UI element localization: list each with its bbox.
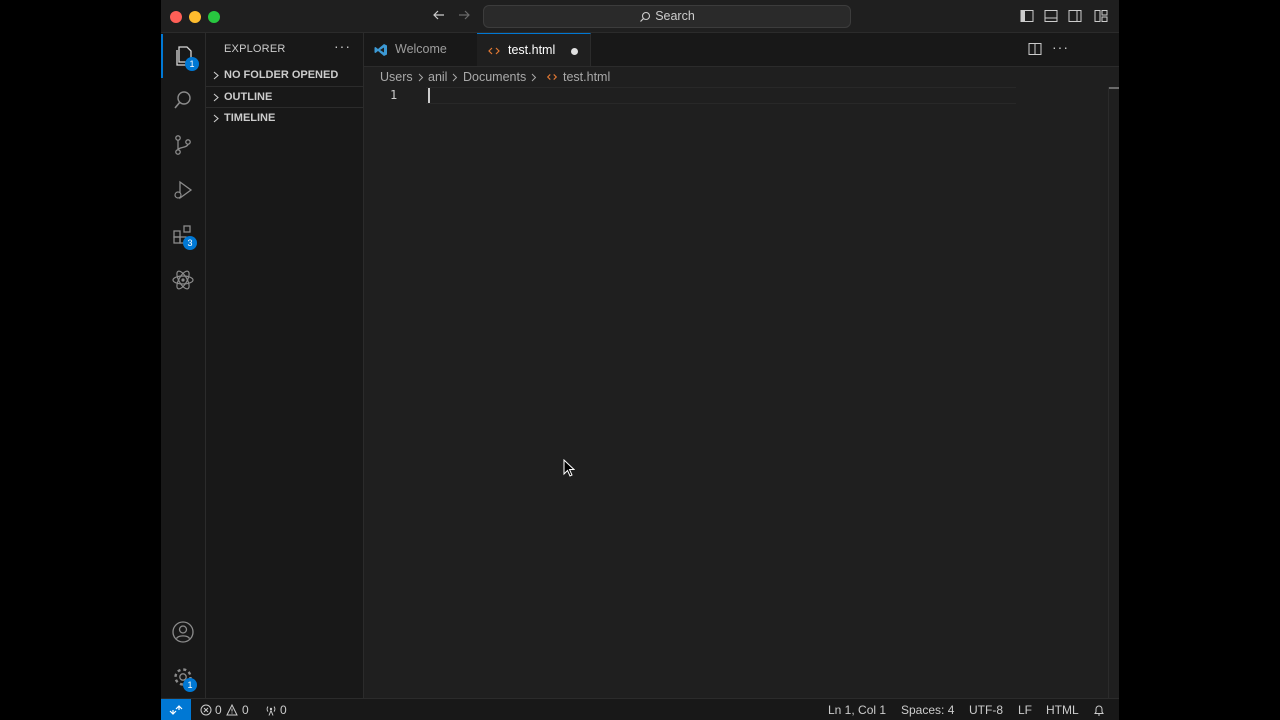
chevron-right-icon [418,73,424,82]
current-line-highlight [426,87,1016,104]
line-number: 1 [390,88,398,102]
more-actions-icon[interactable]: ··· [334,38,351,54]
warning-count[interactable]: 0 [242,699,249,720]
text-caret [428,88,430,103]
broadcast-icon [266,706,276,716]
arrow-right-icon [459,10,470,20]
encoding[interactable]: UTF-8 [969,699,1003,720]
chevron-right-icon [213,114,219,123]
editor-tabs: Welcome test.html ··· [364,33,1119,67]
maximize-window-button[interactable] [208,11,220,23]
search-activity[interactable] [161,78,205,122]
end-of-line[interactable]: LF [1018,699,1032,720]
go-back-button[interactable] [431,8,447,24]
vscode-window: Search 1 3 1 EXPLORER ··· NO FOLDER OPEN… [161,0,1119,720]
chevron-right-icon [452,73,458,82]
account-icon [172,621,194,643]
command-center-search[interactable]: Search [483,5,851,28]
indentation[interactable]: Spaces: 4 [901,699,954,720]
close-window-button[interactable] [170,11,182,23]
run-debug-activity[interactable] [161,168,205,212]
source-control-activity[interactable] [161,123,205,167]
breadcrumb-item[interactable]: test.html [563,67,610,87]
section-label: NO FOLDER OPENED [224,69,339,81]
accounts-activity[interactable] [161,610,205,654]
section-no-folder-opened[interactable]: NO FOLDER OPENED [206,65,363,86]
title-bar: Search [161,0,1119,33]
extensions-badge: 3 [183,236,197,250]
manage-badge: 1 [183,678,197,692]
mouse-pointer-icon [563,459,575,477]
explorer-badge: 1 [185,57,199,71]
explorer-activity[interactable]: 1 [161,34,205,78]
go-forward-button[interactable] [456,8,472,24]
error-icon [200,704,212,716]
tab-label: Welcome [395,42,447,56]
chevron-right-icon [213,93,219,102]
section-label: TIMELINE [224,112,276,124]
run-debug-icon [174,180,193,200]
ports-count[interactable]: 0 [280,699,287,720]
manage-activity[interactable]: 1 [161,655,205,699]
chevron-right-icon [213,71,219,80]
toggle-secondary-sidebar-icon[interactable] [1068,9,1082,23]
error-count[interactable]: 0 [215,699,222,720]
breadcrumb-item[interactable]: anil [428,67,447,87]
vscode-icon [374,44,387,56]
remote-icon [169,705,183,715]
html-icon [488,47,500,55]
arrow-left-icon [433,10,444,20]
toggle-panel-icon[interactable] [1044,9,1058,23]
html-icon [546,74,558,80]
react-activity[interactable] [161,258,205,302]
code-editor[interactable]: 1 [364,87,1119,698]
warning-icon [226,704,238,716]
activity-bar: 1 3 1 [161,33,206,698]
toggle-primary-sidebar-icon[interactable] [1020,9,1034,23]
source-control-icon [175,135,191,155]
minimap-border [1108,87,1109,698]
explorer-sidebar: EXPLORER ··· NO FOLDER OPENED OUTLINE TI… [206,33,364,698]
editor-more-actions-icon[interactable]: ··· [1052,39,1069,55]
section-label: OUTLINE [224,91,273,103]
remote-indicator[interactable] [161,699,191,720]
breadcrumb-item[interactable]: Users [380,67,413,87]
split-editor-icon[interactable] [1027,41,1043,57]
search-label: Search [655,9,695,23]
customize-layout-icon[interactable] [1094,9,1108,23]
scrollbar-cursor-marker[interactable] [1109,87,1119,89]
breadcrumb-item[interactable]: Documents [463,67,526,87]
section-outline[interactable]: OUTLINE [206,86,363,108]
tab-label: test.html [508,43,556,57]
section-timeline[interactable]: TIMELINE [206,107,363,129]
language-mode[interactable]: HTML [1046,699,1079,720]
tab-test-html[interactable]: test.html [477,33,591,66]
minimize-window-button[interactable] [189,11,201,23]
chevron-right-icon [531,73,537,82]
status-bar: 0 0 0 Ln 1, Col 1 Spaces: 4 UTF-8 LF HTM… [161,698,1119,720]
search-icon [640,11,651,22]
sidebar-title: EXPLORER [224,43,286,55]
search-icon [174,91,191,109]
extensions-activity[interactable]: 3 [161,213,205,257]
bell-icon[interactable] [1093,704,1105,717]
unsaved-dot-icon[interactable] [571,48,578,55]
react-atom-icon [172,270,194,290]
tab-welcome[interactable]: Welcome [364,33,478,66]
cursor-position[interactable]: Ln 1, Col 1 [828,699,886,720]
